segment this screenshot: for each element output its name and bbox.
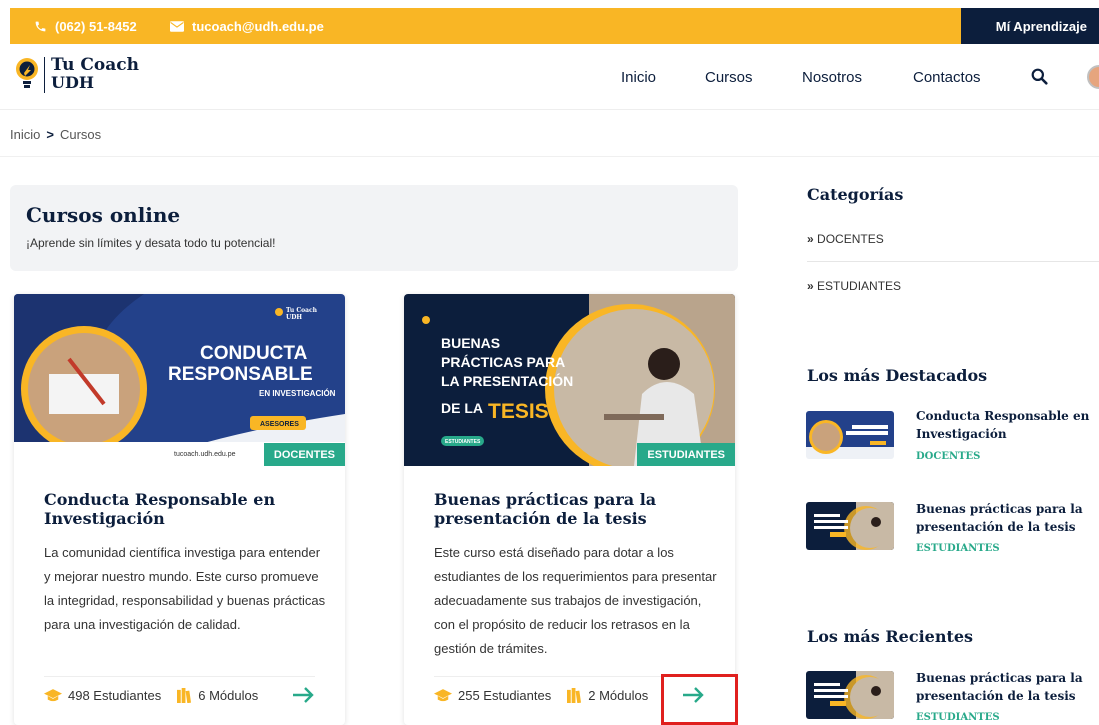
my-learning-label: Mí Aprendizaje	[995, 18, 1087, 34]
featured-item-title[interactable]: Conducta Responsable en Investigación	[916, 407, 1099, 443]
thumb-logo-2: UDH	[286, 314, 302, 321]
course-description: La comunidad científica investiga para e…	[44, 545, 326, 632]
logo-divider	[44, 57, 45, 93]
thumb-tag: ASESORES	[260, 421, 299, 428]
graduation-cap-icon	[44, 689, 62, 702]
course-card[interactable]: CONDUCTA RESPONSABLE EN INVESTIGACIÓN AS…	[14, 294, 345, 725]
courses-hero: Cursos online ¡Aprende sin límites y des…	[10, 185, 738, 271]
recent-item-title[interactable]: Buenas prácticas para la presentación de…	[916, 669, 1099, 705]
nav-contactos[interactable]: Contactos	[913, 69, 981, 86]
phone-number: (062) 51-8452	[55, 18, 137, 34]
category-badge[interactable]: ESTUDIANTES	[637, 443, 735, 466]
books-icon	[177, 688, 192, 703]
double-chevron-icon: »	[807, 232, 814, 246]
user-avatar[interactable]	[1087, 65, 1099, 89]
thumb-line-3: LA PRESENTACIÓN	[441, 372, 573, 389]
course-meta: 498 Estudiantes 6 Módulos	[44, 688, 258, 703]
brand-line-1: Tu Coach	[51, 55, 139, 75]
graduation-cap-icon	[434, 689, 452, 702]
featured-thumbnail[interactable]	[806, 502, 894, 550]
featured-item-category[interactable]: ESTUDIANTES	[916, 543, 1000, 554]
featured-item[interactable]: Buenas prácticas para la presentación de…	[806, 500, 1099, 556]
phone-icon	[35, 21, 46, 31]
course-thumbnail[interactable]: BUENAS PRÁCTICAS PARA LA PRESENTACIÓN DE…	[404, 294, 735, 466]
featured-item-category[interactable]: DOCENTES	[916, 451, 980, 462]
card-divider	[44, 676, 315, 677]
course-title[interactable]: Conducta Responsable en Investigación	[44, 490, 324, 528]
site-logo[interactable]: Tu Coach UDH	[14, 57, 139, 93]
recent-item-category[interactable]: ESTUDIANTES	[916, 712, 1000, 723]
thumb-line-1: BUENAS	[441, 335, 500, 351]
arrow-right-icon[interactable]	[292, 686, 314, 704]
thumb-sub: EN INVESTIGACIÓN	[259, 389, 336, 398]
category-link-estudiantes[interactable]: » ESTUDIANTES	[807, 279, 901, 293]
students-count: 255 Estudiantes	[458, 688, 552, 703]
thumb-line-4b: TESIS	[488, 400, 549, 423]
category-divider	[807, 261, 1099, 262]
email-icon	[170, 20, 184, 32]
recent-thumbnail[interactable]	[806, 671, 894, 719]
nav-inicio[interactable]: Inicio	[621, 69, 656, 86]
lightbulb-logo-icon	[16, 58, 38, 88]
phone-contact[interactable]: (062) 51-8452	[34, 8, 137, 44]
brand-name: Tu Coach UDH	[51, 57, 139, 92]
category-label: ESTUDIANTES	[817, 279, 902, 293]
category-badge[interactable]: DOCENTES	[263, 443, 345, 466]
thumb-title-2: RESPONSABLE	[168, 364, 313, 385]
breadcrumb-separator: >	[46, 127, 54, 142]
featured-item[interactable]: Conducta Responsable en Investigación DO…	[806, 407, 1099, 465]
highlight-box	[661, 674, 738, 725]
thumb-line-2: PRÁCTICAS PARA	[441, 354, 565, 370]
my-learning-button[interactable]: Mí Aprendizaje	[961, 8, 1099, 44]
top-contact-bar: (062) 51-8452 tucoach@udh.edu.pe Mí Apre…	[10, 8, 1099, 44]
recent-item[interactable]: Buenas prácticas para la presentación de…	[806, 669, 1099, 725]
double-chevron-icon: »	[807, 279, 814, 293]
breadcrumb-divider	[0, 156, 1099, 157]
recent-title: Los más Recientes	[807, 627, 974, 646]
course-thumbnail-graphic: BUENAS PRÁCTICAS PARA LA PRESENTACIÓN DE…	[404, 294, 735, 466]
email-address: tucoach@udh.edu.pe	[192, 18, 324, 34]
featured-thumbnail[interactable]	[806, 411, 894, 459]
featured-item-title[interactable]: Buenas prácticas para la presentación de…	[916, 500, 1099, 536]
main-header: Tu Coach UDH Inicio Cursos Nosotros Cont…	[0, 44, 1099, 110]
books-icon	[567, 688, 582, 703]
categories-title: Categorías	[807, 185, 904, 204]
thumb-tag: ESTUDIANTES	[445, 439, 481, 445]
course-card[interactable]: BUENAS PRÁCTICAS PARA LA PRESENTACIÓN DE…	[404, 294, 735, 725]
featured-title: Los más Destacados	[807, 366, 988, 385]
thumb-line-4a: DE LA	[441, 400, 483, 416]
breadcrumb-current: Cursos	[59, 127, 102, 142]
students-count: 498 Estudiantes	[68, 688, 162, 703]
category-link-docentes[interactable]: » DOCENTES	[807, 232, 884, 246]
page-subtitle: ¡Aprende sin límites y desata todo tu po…	[26, 236, 276, 250]
course-meta: 255 Estudiantes 2 Módulos	[434, 688, 648, 703]
course-description: Este curso está diseñado para dotar a lo…	[434, 545, 717, 656]
search-icon[interactable]	[1031, 68, 1048, 85]
modules-count: 2 Módulos	[588, 688, 649, 703]
page-title: Cursos online	[26, 203, 181, 227]
nav-nosotros[interactable]: Nosotros	[802, 69, 862, 86]
thumb-logo-1: Tu Coach	[286, 307, 318, 314]
course-thumbnail-graphic: CONDUCTA RESPONSABLE EN INVESTIGACIÓN AS…	[14, 294, 345, 466]
modules-count: 6 Módulos	[198, 688, 259, 703]
thumb-title-1: CONDUCTA	[200, 343, 308, 364]
thumb-url: tucoach.udh.edu.pe	[174, 451, 236, 458]
breadcrumb-home[interactable]: Inicio	[10, 127, 40, 142]
email-contact[interactable]: tucoach@udh.edu.pe	[170, 8, 324, 44]
category-label: DOCENTES	[817, 232, 884, 246]
course-title[interactable]: Buenas prácticas para la presentación de…	[434, 490, 714, 528]
brand-line-2: UDH	[51, 73, 94, 92]
breadcrumb: Inicio > Cursos	[10, 127, 101, 142]
nav-cursos[interactable]: Cursos	[705, 69, 753, 86]
course-thumbnail[interactable]: CONDUCTA RESPONSABLE EN INVESTIGACIÓN AS…	[14, 294, 345, 466]
